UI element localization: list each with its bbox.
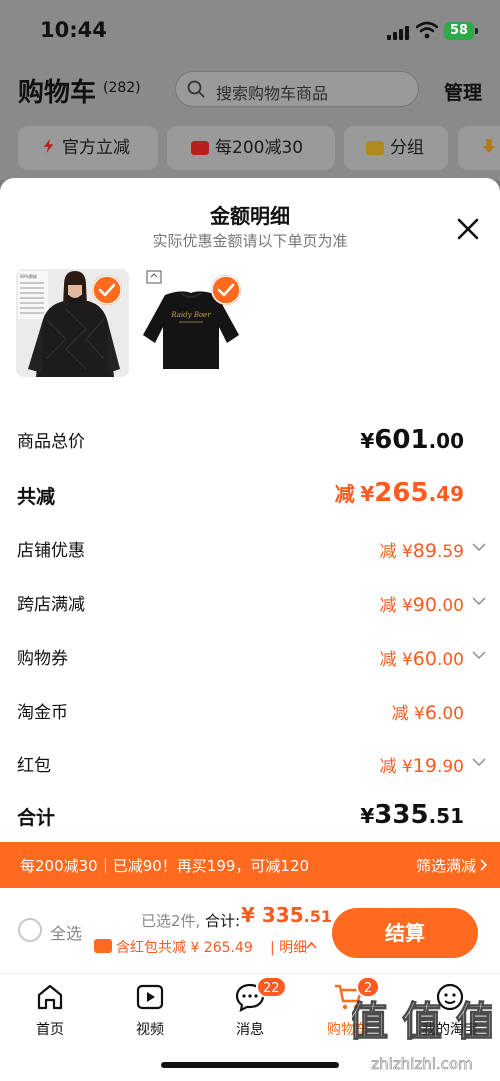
tab-video[interactable]: 视频 [110, 982, 190, 1042]
chevron-up-icon[interactable] [306, 941, 317, 949]
filter-chip-official-discount[interactable]: 官方立减 [18, 126, 158, 170]
site-watermark: 值 值 值 zhizhizhi.com [352, 998, 492, 1073]
total-discount-value: 减 ¥265.49 [334, 478, 464, 508]
status-bar: 10:44 58 [0, 0, 500, 62]
tab-messages[interactable]: 22 消息 [210, 976, 290, 1042]
red-packet-icon [94, 939, 112, 953]
tab-label: 首页 [36, 1022, 64, 1038]
folder-icon [366, 141, 384, 155]
brand-text: Raidy Boer [170, 311, 211, 319]
checkout-bar: 全选 已选2件, 合计: ¥ 335.51 含红包共减 ¥ 265.49 | 明… [0, 888, 500, 974]
coupon-value[interactable]: 减 ¥60.00 [380, 645, 464, 670]
sheet-subtitle: 实际优惠金额请以下单页为准 [152, 232, 348, 250]
search-icon [187, 80, 205, 98]
selected-check-icon[interactable] [211, 275, 241, 305]
total-price-value: ¥601.00 [360, 425, 464, 455]
svg-text:值 值 值: 值 值 值 [352, 999, 492, 1045]
selected-count: 已选2件, [141, 912, 201, 930]
arrow-down-icon [482, 139, 496, 153]
chip-label: 每200减30 [215, 138, 304, 158]
status-time: 10:44 [40, 18, 107, 42]
home-icon [37, 984, 63, 1010]
detail-toggle-link[interactable]: | 明细 [270, 937, 307, 957]
battery-icon: 58 [444, 22, 478, 40]
svg-text:zhizhizhi.com: zhizhizhi.com [371, 1055, 472, 1073]
cross-shop-discount-label: 跨店满减 [17, 595, 85, 615]
cart-item-count: (282) [103, 80, 141, 96]
size-chart-header: 90%鹅绒 [20, 273, 37, 279]
product-thumbnail-sweatshirt[interactable]: Raidy Boer [135, 269, 248, 377]
search-placeholder: 搜索购物车商品 [216, 84, 329, 103]
tab-home[interactable]: 首页 [10, 982, 90, 1042]
signal-icon [387, 24, 411, 40]
chip-label: 分组 [390, 138, 424, 158]
taojin-coin-value: 减 ¥6.00 [391, 702, 464, 724]
selected-check-icon[interactable] [92, 275, 122, 305]
filter-promo-link[interactable]: 筛选满减 [416, 855, 476, 876]
shop-discount-label: 店铺优惠 [17, 541, 85, 561]
amount-detail-sheet: 金额明细 实际优惠金额请以下单页为准 90%鹅绒 Raidy Boer 商品总价… [0, 178, 500, 1081]
bottom-tab-bar: 首页 视频 22 消息 2 购物车 我的淘宝 值 值 值 zhizhizhi.c… [0, 974, 500, 1081]
promo-text: 每200减30｜已减90！再买199，可减120 [20, 857, 310, 875]
sheet-title: 金额明细 [210, 204, 290, 228]
checkout-total-amount: ¥ 335.51 [241, 903, 332, 927]
checkout-total-label: 合计: [205, 912, 241, 930]
red-packet-discount-summary: 含红包共减 ¥ 265.49 [116, 940, 253, 956]
tab-label: 视频 [136, 1022, 164, 1038]
video-icon [136, 984, 164, 1010]
red-packet-label: 红包 [17, 756, 51, 776]
select-all-checkbox[interactable] [18, 918, 42, 942]
filter-chip-more[interactable] [458, 126, 500, 170]
coupon-icon [191, 141, 209, 155]
subtotal-value: ¥335.51 [360, 800, 464, 830]
chevron-down-icon[interactable] [472, 757, 486, 767]
wifi-icon [416, 21, 438, 39]
manage-button[interactable]: 管理 [444, 78, 482, 105]
message-count-badge: 22 [256, 976, 287, 998]
taojin-coin-label: 淘金币 [17, 703, 68, 723]
coupon-label: 购物券 [17, 649, 68, 669]
search-input[interactable]: 搜索购物车商品 [175, 71, 419, 107]
page-title: 购物车 [18, 78, 97, 108]
chevron-down-icon[interactable] [472, 650, 486, 660]
chevron-down-icon[interactable] [472, 596, 486, 606]
total-discount-label: 共减 [17, 486, 56, 508]
filter-chip-coupon[interactable]: 每200减30 [167, 126, 335, 170]
tab-label: 消息 [236, 1022, 264, 1038]
promo-banner[interactable]: 每200减30｜已减90！再买199，可减120 筛选满减 [0, 842, 500, 888]
chevron-down-icon[interactable] [472, 542, 486, 552]
select-all-label[interactable]: 全选 [50, 920, 82, 944]
filter-chip-group[interactable]: 分组 [344, 126, 448, 170]
product-thumbnail-jacket[interactable]: 90%鹅绒 [16, 269, 129, 377]
home-indicator [161, 1062, 339, 1068]
lightning-icon [43, 139, 54, 153]
chip-label: 官方立减 [62, 138, 130, 158]
close-icon[interactable] [455, 216, 481, 242]
shop-discount-value[interactable]: 减 ¥89.59 [380, 537, 464, 562]
total-price-label: 商品总价 [17, 432, 85, 452]
subtotal-label: 合计 [17, 807, 56, 829]
cross-shop-discount-value[interactable]: 减 ¥90.00 [380, 591, 464, 616]
chevron-right-icon [480, 859, 488, 871]
red-packet-value[interactable]: 减 ¥19.90 [380, 752, 464, 777]
checkout-button[interactable]: 结算 [332, 908, 478, 958]
